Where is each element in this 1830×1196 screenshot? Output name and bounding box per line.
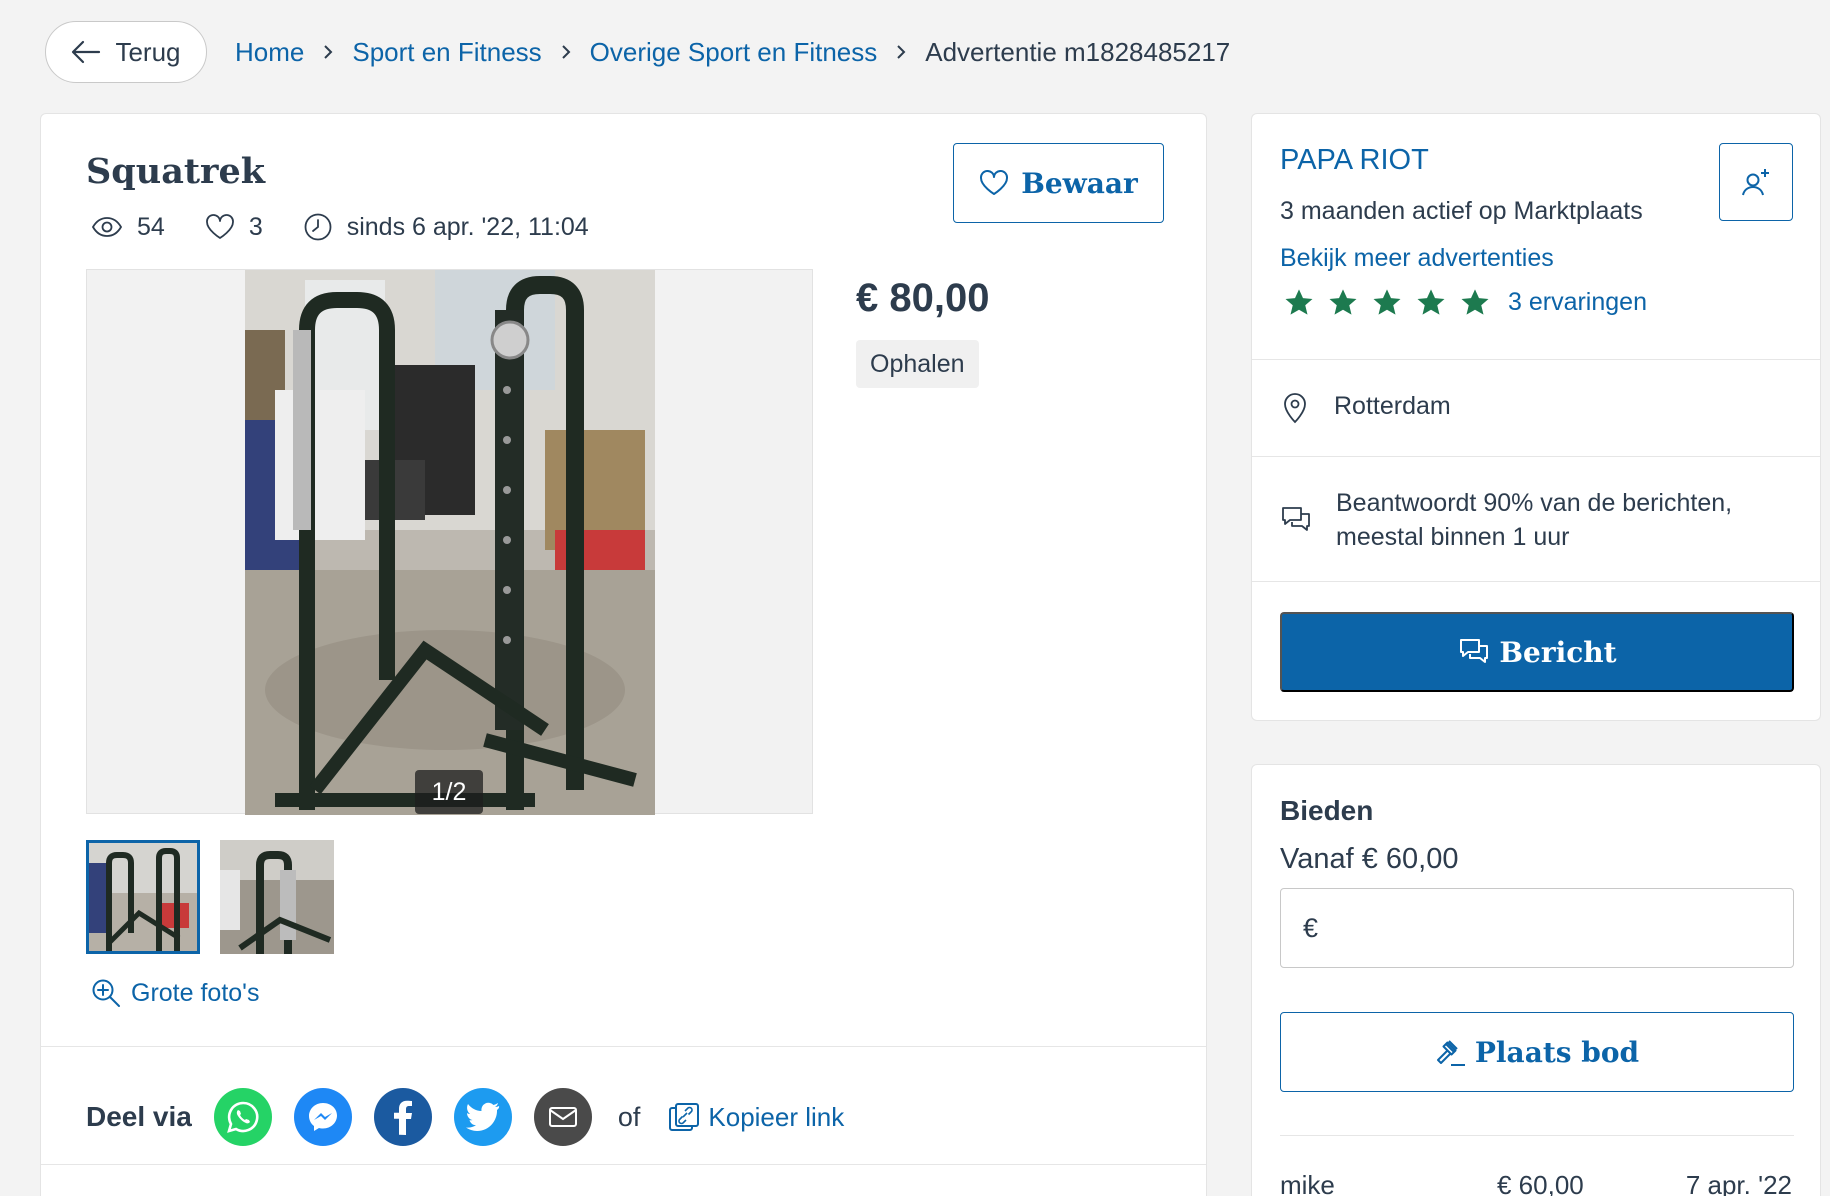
facebook-icon[interactable]	[373, 1088, 432, 1146]
bid-amount: € 60,00	[1497, 1170, 1584, 1196]
back-label: Terug	[115, 36, 181, 67]
copy-link-icon	[669, 1103, 700, 1131]
response-line-2: meestal binnen 1 uur	[1336, 523, 1570, 551]
divider	[1280, 1135, 1794, 1136]
listing-stats: 54 3 sinds 6 apr. '22, 11:04	[91, 210, 629, 244]
share-label: Deel via	[86, 1101, 192, 1132]
clock-icon	[304, 213, 332, 241]
views-count: 54	[137, 212, 165, 241]
share-bar: Deel via of Kopieer link	[86, 1087, 844, 1147]
breadcrumb-overige-sport[interactable]: Overige Sport en Fitness	[590, 37, 878, 68]
breadcrumb: Home Sport en Fitness Overige Sport en F…	[235, 34, 1230, 70]
large-photos-link[interactable]: Grote foto's	[91, 978, 259, 1008]
minimum-bid: Vanaf € 60,00	[1280, 843, 1459, 875]
eye-icon	[91, 217, 123, 237]
thumbnail-1[interactable]	[86, 840, 200, 954]
message-label: Bericht	[1499, 635, 1617, 669]
currency-symbol: €	[1303, 912, 1319, 943]
heart-icon	[980, 170, 1009, 195]
breadcrumb-home[interactable]: Home	[235, 37, 304, 68]
chat-bubbles-icon	[1282, 507, 1310, 531]
favorites-stat: 3	[205, 213, 263, 242]
listing-price: € 80,00	[856, 276, 990, 320]
star-icon	[1417, 289, 1445, 315]
seller-active-period: 3 maanden actief op Marktplaats	[1280, 197, 1643, 225]
seller-location: Rotterdam	[1280, 390, 1451, 424]
zoom-in-icon	[92, 979, 120, 1007]
breadcrumb-current: Advertentie m1828485217	[925, 36, 1231, 67]
star-icon	[1285, 289, 1313, 315]
user-add-icon	[1742, 169, 1769, 196]
divider	[1252, 456, 1820, 457]
bid-title: Bieden	[1280, 795, 1374, 826]
messenger-icon[interactable]	[293, 1088, 352, 1146]
back-button[interactable]: Terug	[45, 21, 207, 83]
date-stat: sinds 6 apr. '22, 11:04	[303, 212, 589, 242]
divider	[41, 1046, 1206, 1047]
save-label: Bewaar	[1021, 166, 1138, 200]
listing-card: Squatrek 54 3 sinds 6 apr. '22, 11:04 Be…	[40, 113, 1207, 1196]
follow-seller-button[interactable]	[1719, 143, 1793, 221]
message-seller-button[interactable]: Bericht	[1280, 612, 1794, 692]
breadcrumb-sport-en-fitness[interactable]: Sport en Fitness	[352, 37, 541, 68]
seller-card: PAPA RIOT 3 maanden actief op Marktplaat…	[1251, 113, 1821, 721]
listing-photo[interactable]	[245, 270, 655, 815]
response-line-1: Beantwoordt 90% van de berichten,	[1336, 489, 1733, 517]
more-ads-link[interactable]: Bekijk meer advertenties	[1280, 244, 1554, 273]
response-text: Beantwoordt 90% van de berichten, meesta…	[1336, 486, 1732, 554]
save-button[interactable]: Bewaar	[953, 143, 1164, 223]
copy-link-button[interactable]: Kopieer link	[668, 1102, 844, 1133]
bid-amount-field[interactable]: €	[1280, 888, 1794, 968]
chevron-right-icon	[322, 43, 334, 61]
divider	[41, 1164, 1206, 1165]
delivery-method-badge: Ophalen	[856, 340, 979, 388]
listing-date: sinds 6 apr. '22, 11:04	[346, 212, 589, 241]
arrow-left-icon	[72, 40, 101, 64]
star-icon	[1461, 289, 1489, 315]
chevron-right-icon	[560, 43, 572, 61]
email-icon[interactable]	[533, 1088, 592, 1146]
divider	[1252, 359, 1820, 360]
thumbnail-2[interactable]	[220, 840, 334, 954]
seller-name[interactable]: PAPA RIOT	[1280, 144, 1429, 177]
seller-response-rate: Beantwoordt 90% van de berichten, meesta…	[1280, 486, 1732, 554]
seller-rating: 3 ervaringen	[1284, 288, 1647, 317]
place-bid-button[interactable]: Plaats bod	[1280, 1012, 1794, 1092]
location-pin-icon	[1284, 393, 1306, 424]
bid-date: 7 apr. '22	[1685, 1170, 1792, 1196]
bid-amount-input[interactable]	[1330, 912, 1771, 944]
share-or-text: of	[617, 1101, 641, 1132]
twitter-icon[interactable]	[453, 1088, 512, 1146]
whatsapp-icon[interactable]	[213, 1088, 272, 1146]
chat-bubbles-icon	[1460, 639, 1489, 663]
chevron-right-icon	[895, 43, 907, 61]
star-icon	[1373, 289, 1401, 315]
bidder-name: mike	[1280, 1170, 1335, 1196]
favorites-count: 3	[248, 212, 263, 241]
location-text: Rotterdam	[1334, 392, 1451, 420]
star-icon	[1329, 289, 1357, 315]
reviews-link[interactable]: 3 ervaringen	[1508, 288, 1647, 317]
listing-title: Squatrek	[86, 151, 265, 192]
large-photos-label: Grote foto's	[131, 978, 260, 1007]
copy-link-label: Kopieer link	[708, 1101, 845, 1132]
bid-card: Bieden Vanaf € 60,00 € Plaats bod mike €…	[1251, 764, 1821, 1196]
heart-icon	[205, 214, 234, 239]
photo-gallery[interactable]: 1/2	[86, 269, 813, 815]
place-bid-label: Plaats bod	[1474, 1035, 1640, 1069]
gavel-icon	[1436, 1040, 1465, 1066]
views-stat: 54	[91, 213, 165, 242]
divider	[1252, 581, 1820, 582]
photo-counter: 1/2	[415, 770, 483, 814]
